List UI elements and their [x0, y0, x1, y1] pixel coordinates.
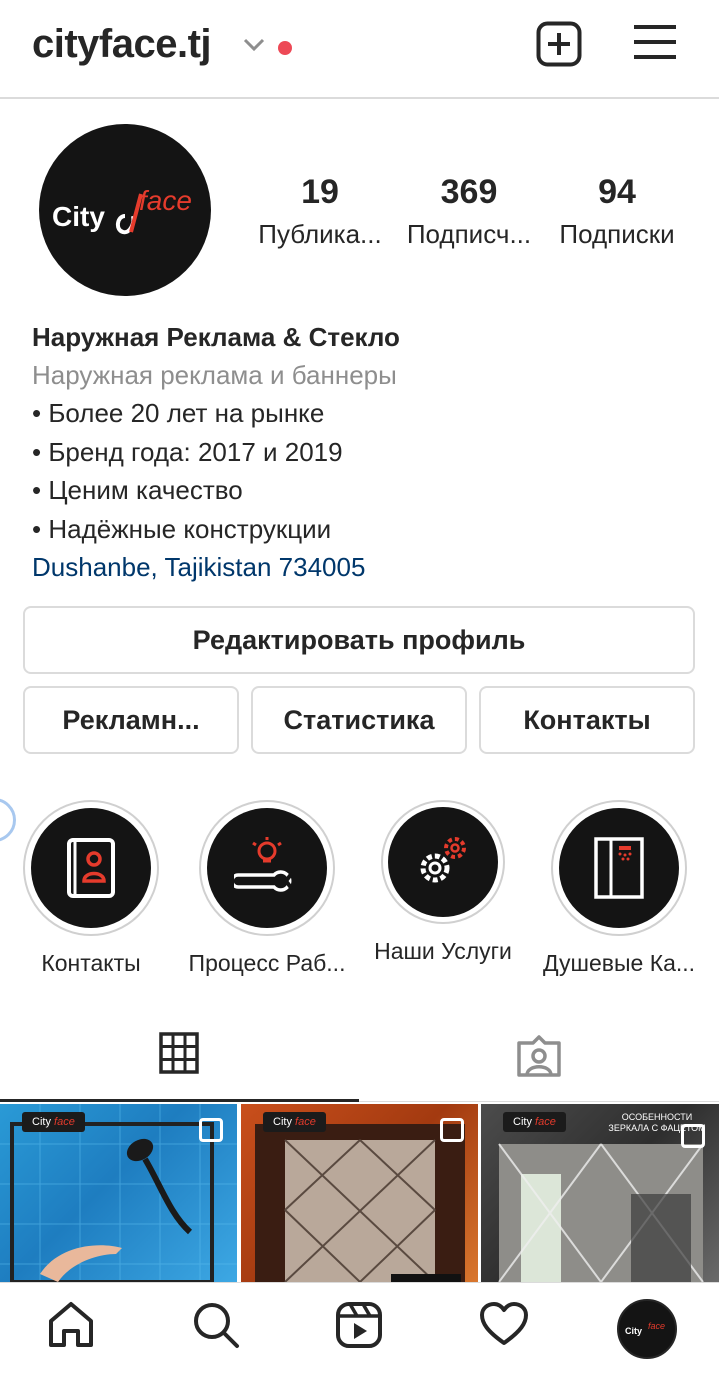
brand-logo: City face	[625, 1321, 665, 1336]
highlight-cover	[31, 808, 151, 928]
highlight-cover	[559, 808, 679, 928]
plus-square-icon[interactable]	[536, 21, 582, 67]
bottom-navigation: City face	[0, 1282, 719, 1379]
highlight-contacts[interactable]: Контакты	[11, 800, 171, 977]
stat-posts[interactable]: 19 Публика...	[254, 172, 386, 256]
shower-cabin-icon	[594, 837, 644, 899]
account-username[interactable]: cityface.tj	[32, 22, 212, 67]
stat-following[interactable]: 94 Подписки	[552, 172, 682, 256]
following-label: Подписки	[559, 219, 675, 249]
carousel-icon	[681, 1124, 705, 1148]
post-brand-label: City face	[22, 1112, 85, 1132]
grid-icon[interactable]	[159, 1032, 199, 1074]
gears-icon	[420, 837, 466, 883]
highlight-ring	[551, 800, 687, 936]
search-icon[interactable]	[192, 1301, 240, 1349]
idea-wrench-icon	[234, 837, 294, 892]
highlight-cover	[207, 808, 327, 928]
post-brand-label: City face	[503, 1112, 566, 1132]
highlight-ring	[381, 800, 505, 924]
promotions-button[interactable]: Рекламн...	[23, 686, 239, 754]
following-count: 94	[598, 173, 636, 211]
profile-name: Наружная Реклама & Стекло	[32, 322, 400, 352]
highlight-label: Наши Услуги	[374, 938, 512, 964]
profile-category: Наружная реклама и баннеры	[32, 360, 397, 390]
active-tab-indicator	[0, 1099, 359, 1102]
top-bar: cityface.tj	[0, 0, 719, 99]
post-thumbnail[interactable]: City face	[0, 1104, 237, 1282]
highlight-cover	[388, 807, 498, 917]
profile-bio: Наружная Реклама & Стекло Наружная рекла…	[32, 318, 692, 586]
post-thumbnail[interactable]: City face	[241, 1104, 478, 1282]
highlight-services[interactable]: Наши Услуги	[363, 800, 523, 965]
profile-avatar-icon[interactable]: City face	[617, 1299, 677, 1359]
post-brand-label: City face	[263, 1112, 326, 1132]
notification-dot-icon	[278, 41, 292, 55]
edit-profile-button[interactable]: Редактировать профиль	[23, 606, 695, 674]
highlight-process[interactable]: Процесс Раб...	[187, 800, 347, 977]
profile-avatar[interactable]: City face	[39, 124, 211, 296]
bio-line: • Надёжные конструкции	[32, 513, 332, 544]
home-icon[interactable]	[47, 1301, 95, 1349]
highlight-ring	[199, 800, 335, 936]
svg-text:City: City	[625, 1326, 642, 1336]
carousel-icon	[199, 1118, 223, 1142]
followers-label: Подписч...	[406, 219, 532, 249]
contacts-button[interactable]: Контакты	[479, 686, 695, 754]
svg-text:face: face	[139, 185, 192, 216]
heart-icon[interactable]	[479, 1301, 529, 1347]
chevron-down-icon[interactable]	[243, 38, 265, 52]
followers-count: 369	[440, 173, 498, 211]
brand-logo: City face	[52, 185, 192, 235]
posts-count: 19	[301, 173, 339, 211]
highlight-label: Душевые Ка...	[542, 950, 696, 976]
reels-icon[interactable]	[335, 1301, 383, 1349]
posts-label: Публика...	[258, 219, 382, 249]
highlight-label: Контакты	[41, 950, 141, 976]
insights-button[interactable]: Статистика	[251, 686, 467, 754]
post-thumbnail[interactable]: City face ОСОБЕННОСТИ ЗЕРКАЛА С ФАЦЕТОМ	[481, 1104, 719, 1282]
highlight-label: Процесс Раб...	[188, 950, 346, 976]
bio-line: • Бренд года: 2017 и 2019	[32, 436, 343, 467]
tagged-person-icon[interactable]	[516, 1034, 562, 1078]
carousel-icon	[440, 1118, 464, 1142]
bio-line: • Более 20 лет на рынке	[32, 398, 325, 428]
stat-followers[interactable]: 369 Подписч...	[402, 172, 536, 256]
svg-text:face: face	[648, 1321, 665, 1331]
bio-line: • Ценим качество	[32, 475, 243, 505]
highlight-shower-cabins[interactable]: Душевые Ка...	[539, 800, 699, 977]
highlight-ring	[23, 800, 159, 936]
hamburger-menu-icon[interactable]	[634, 24, 676, 60]
location-link[interactable]: Dushanbe, Tajikistan 734005	[32, 548, 692, 586]
svg-text:City: City	[52, 201, 105, 232]
contact-book-icon	[67, 838, 115, 898]
